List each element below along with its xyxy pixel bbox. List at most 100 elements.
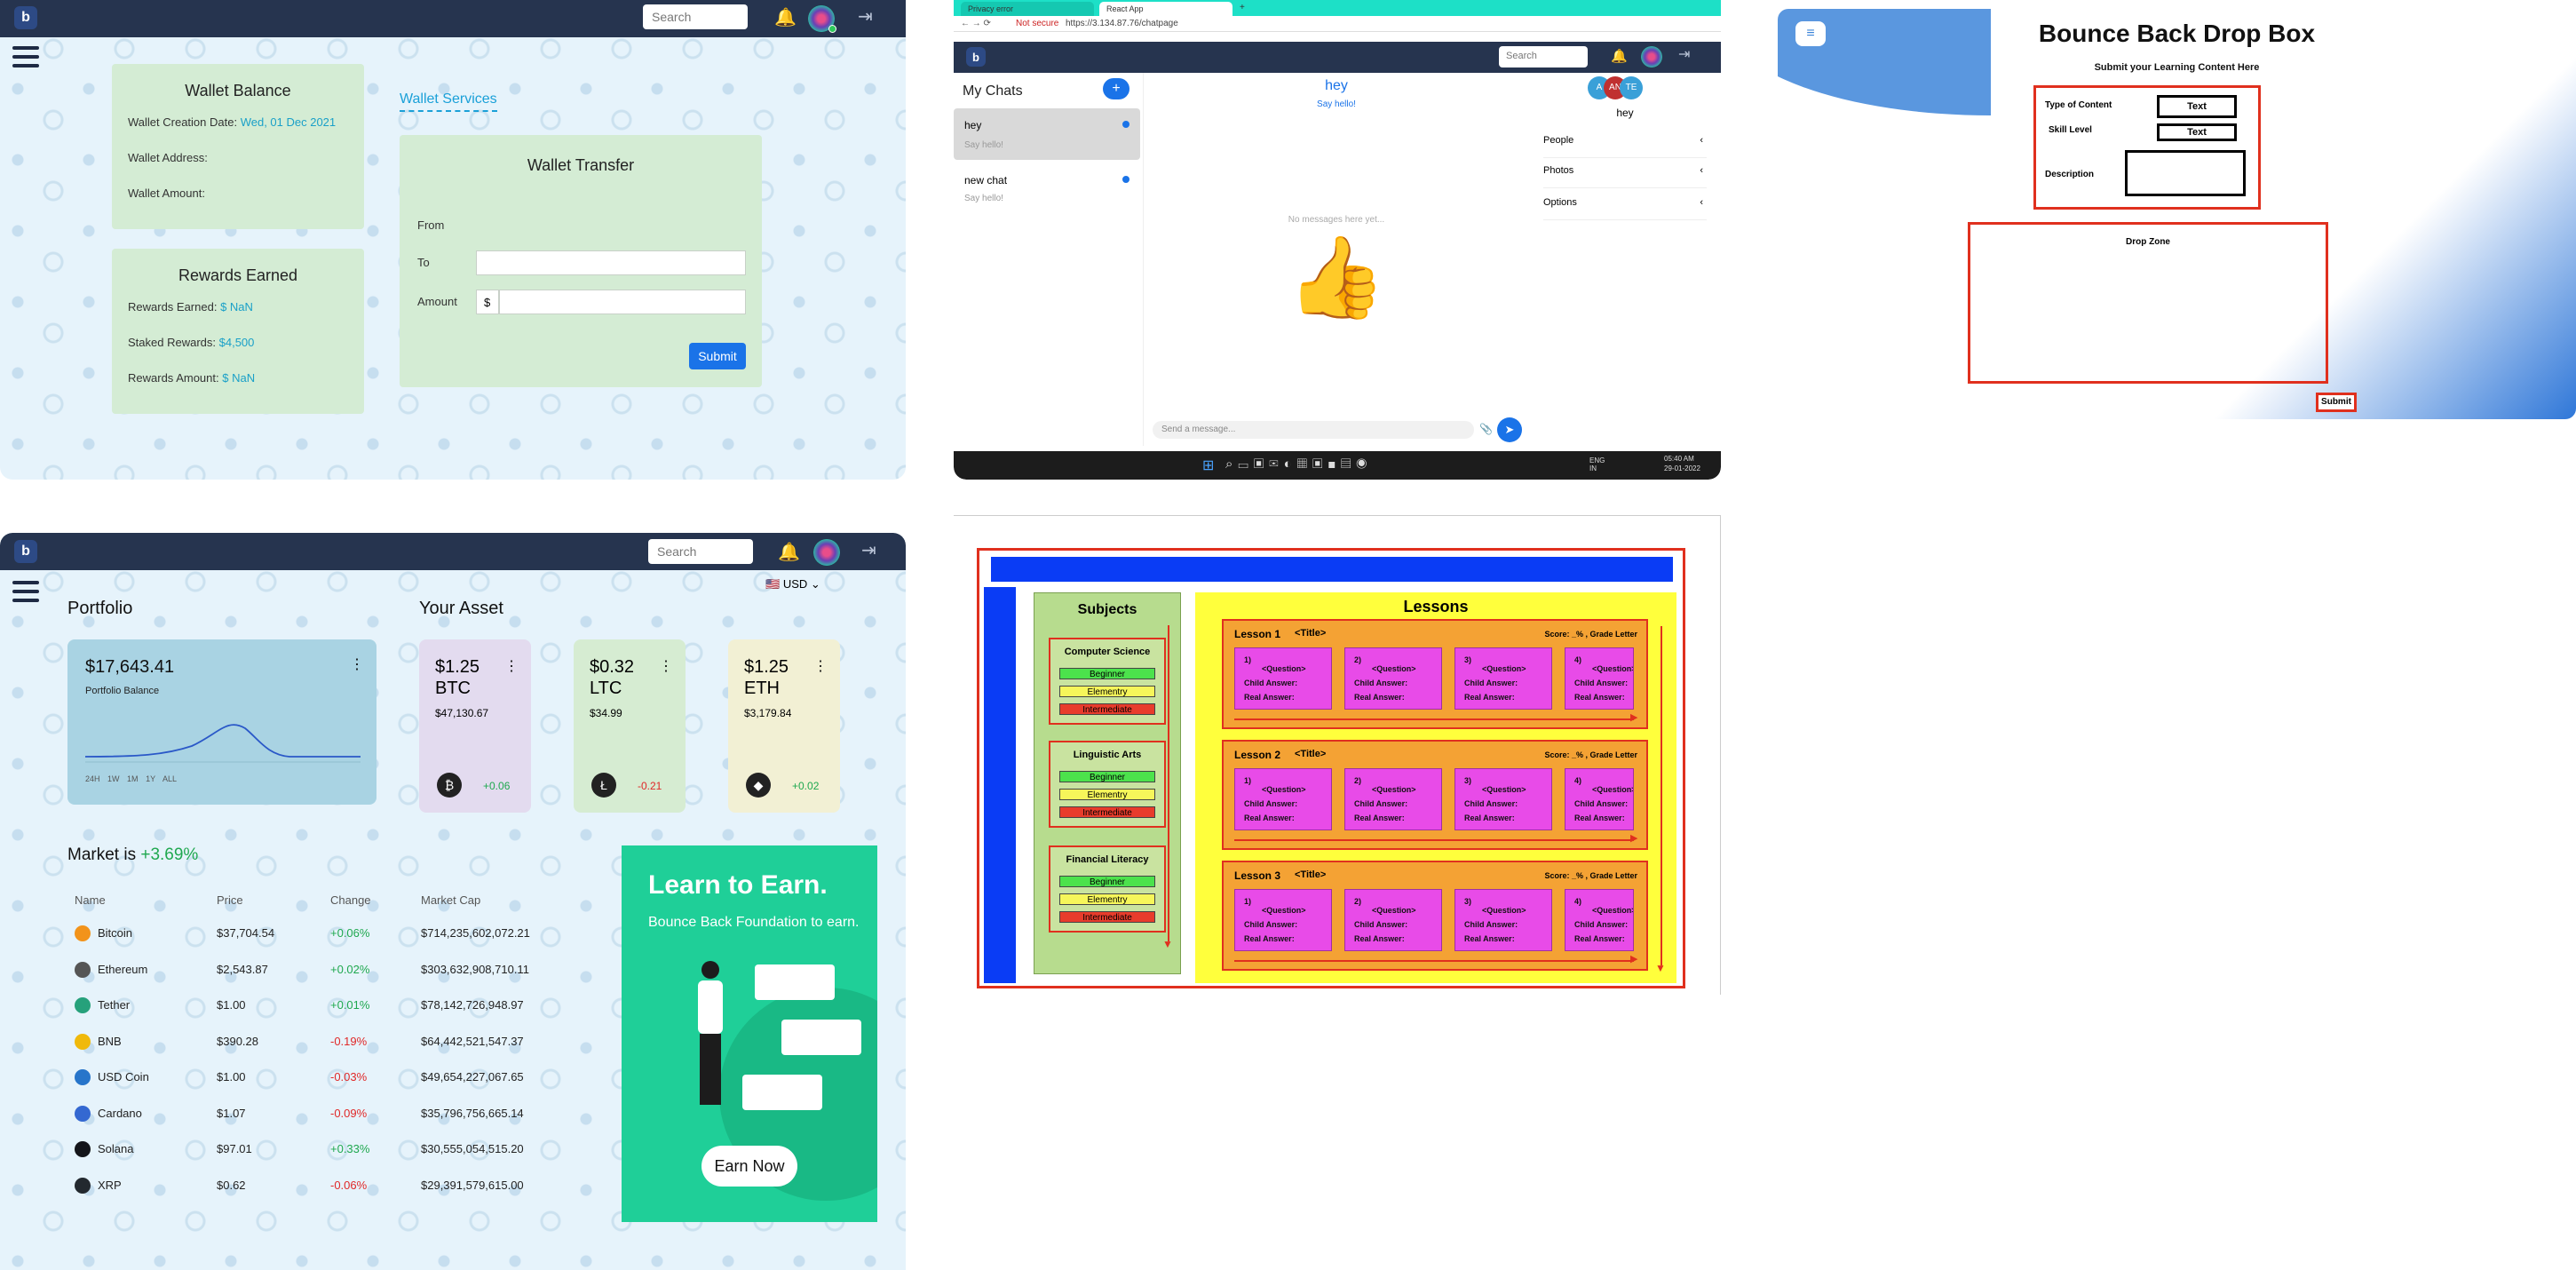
drop-zone[interactable]: Drop Zone [1968,222,2328,384]
start-icon[interactable]: ⊞ [1202,456,1214,474]
question-card[interactable]: 2) <Question> Child Answer: Real Answer: [1344,647,1442,710]
app-logo[interactable]: b [966,47,986,67]
table-row[interactable]: USD Coin $1.00 -0.03% $49,654,227,067.65 [75,1068,625,1087]
creation-value: Wed, 01 Dec 2021 [240,115,337,129]
send-button[interactable]: ➤ [1497,417,1522,442]
level-elementry[interactable]: Elementry [1059,789,1155,800]
question-card[interactable]: 4) <Question> Child Answer: Real Answer: [1565,647,1634,710]
question-card[interactable]: 1) <Question> Child Answer: Real Answer: [1234,889,1332,951]
question-number: 1) [1244,776,1252,785]
question-card[interactable]: 1) <Question> Child Answer: Real Answer: [1234,647,1332,710]
asset-card-eth[interactable]: $1.25 ETH $3,179.84 ⋮ ◆ +0.02 [728,639,840,813]
more-options-icon[interactable]: ⋮ [350,655,364,673]
taskbar-language: ENG IN [1589,456,1605,472]
more-options-icon[interactable]: ⋮ [813,657,828,675]
avatar[interactable] [1641,46,1662,67]
message-input[interactable]: Send a message... [1153,421,1474,439]
wallet-services-link[interactable]: Wallet Services [400,91,497,112]
section-options[interactable]: Options ‹ [1543,197,1707,220]
lesson-row[interactable]: Lesson 1 <Title> Score: _% , Grade Letter 1… [1222,619,1648,729]
coin-icon [75,925,91,941]
table-row[interactable]: Solana $97.01 +0.33% $30,555,054,515.20 [75,1139,625,1159]
level-elementry[interactable]: Elementry [1059,686,1155,697]
type-input[interactable]: Text [2157,95,2237,118]
search-input[interactable]: Search [648,539,753,564]
subject-financial-literacy[interactable]: Financial Literacy Beginner Elementry In… [1049,845,1166,933]
table-row[interactable]: Ethereum $2,543.87 +0.02% $303,632,908,710.… [75,960,625,980]
app-logo[interactable]: b [14,540,37,563]
question-card[interactable]: 1) <Question> Child Answer: Real Answer: [1234,768,1332,830]
range-all[interactable]: ALL [162,774,177,783]
chat-item-hey[interactable]: hey Say hello! [954,108,1140,160]
range-1w[interactable]: 1W [107,774,120,783]
question-card[interactable]: 4) <Question> Child Answer: Real Answer: [1565,889,1634,951]
subject-computer-science[interactable]: Computer Science Beginner Elementry Inte… [1049,638,1166,725]
chat-search-input[interactable]: Search [1499,46,1588,67]
description-input[interactable] [2125,150,2246,196]
question-card[interactable]: 3) <Question> Child Answer: Real Answer: [1454,768,1552,830]
table-row[interactable]: Bitcoin $37,704.54 +0.06% $714,235,602,072.… [75,924,625,943]
bell-icon[interactable]: 🔔 [774,9,797,27]
question-label: <Question> [1482,785,1526,794]
level-beginner[interactable]: Beginner [1059,668,1155,679]
asset-card-ltc[interactable]: $0.32 LTC $34.99 ⋮ Ł -0.21 [574,639,686,813]
attach-icon[interactable]: 📎 [1479,423,1493,435]
level-elementry[interactable]: Elementry [1059,893,1155,905]
tab-react-app[interactable]: React App [1099,2,1233,16]
question-card[interactable]: 3) <Question> Child Answer: Real Answer: [1454,889,1552,951]
more-options-icon[interactable]: ⋮ [504,657,519,675]
logout-icon[interactable]: ⇥ [861,542,876,560]
level-intermediate[interactable]: Intermediate [1059,911,1155,923]
taskbar-apps-icon[interactable]: ⌕▭▣✉◐▦▣◼▤◉ [1225,456,1372,472]
logout-icon[interactable]: ⇥ [1678,48,1690,62]
logout-icon[interactable]: ⇥ [858,8,873,26]
amount-label: Amount [417,295,457,308]
question-card[interactable]: 2) <Question> Child Answer: Real Answer: [1344,889,1442,951]
amount-input[interactable] [499,290,746,314]
table-row[interactable]: Tether $1.00 +0.01% $78,142,726,948.97 [75,996,625,1015]
question-card[interactable]: 3) <Question> Child Answer: Real Answer: [1454,647,1552,710]
more-options-icon[interactable]: ⋮ [659,657,673,675]
submit-button[interactable]: Submit [689,343,746,369]
submit-button[interactable]: Submit [2316,393,2357,412]
to-input[interactable] [476,250,746,275]
coin-market-cap: $30,555,054,515.20 [421,1142,524,1155]
bell-icon[interactable]: 🔔 [1611,50,1628,63]
table-row[interactable]: XRP $0.62 -0.06% $29,391,579,615.00 [75,1176,625,1195]
level-intermediate[interactable]: Intermediate [1059,806,1155,818]
table-row[interactable]: Cardano $1.07 -0.09% $35,796,756,665.14 [75,1104,625,1123]
tab-privacy-error[interactable]: Privacy error [961,2,1094,16]
subject-linguistic-arts[interactable]: Linguistic Arts Beginner Elementry Inter… [1049,741,1166,828]
hamburger-menu-icon[interactable] [12,46,39,67]
bell-icon[interactable]: 🔔 [778,544,800,561]
new-tab-icon[interactable]: + [1240,3,1245,12]
section-people[interactable]: People ‹ [1543,135,1707,158]
coin-price: $2,543.87 [217,962,268,976]
coin-market-cap: $78,142,726,948.97 [421,998,524,1012]
range-1m[interactable]: 1M [127,774,139,783]
coin-price: $1.00 [217,1070,246,1083]
currency-selector[interactable]: 🇺🇸 USD ⌄ [765,577,820,591]
asset-card-btc[interactable]: $1.25 BTC $47,130.67 ⋮ ₿ +0.06 [419,639,531,813]
earn-now-button[interactable]: Earn Now [701,1146,797,1187]
level-beginner[interactable]: Beginner [1059,876,1155,887]
lesson-row[interactable]: Lesson 3 <Title> Score: _% , Grade Letter 1… [1222,861,1648,971]
chat-item-new-chat[interactable]: new chat Say hello! [954,165,1140,210]
new-chat-button[interactable]: + [1103,78,1129,99]
question-card[interactable]: 4) <Question> Child Answer: Real Answer: [1565,768,1634,830]
lesson-row[interactable]: Lesson 2 <Title> Score: _% , Grade Letter 1… [1222,740,1648,850]
range-1y[interactable]: 1Y [146,774,155,783]
section-photos[interactable]: Photos ‹ [1543,165,1707,188]
range-24h[interactable]: 24H [85,774,100,783]
app-logo[interactable]: b [14,6,37,29]
nav-arrows-icon[interactable]: ← → ⟳ [961,19,991,28]
level-beginner[interactable]: Beginner [1059,771,1155,782]
level-intermediate[interactable]: Intermediate [1059,703,1155,715]
search-input[interactable]: Search [643,4,748,29]
table-row[interactable]: BNB $390.28 -0.19% $64,442,521,547.37 [75,1032,625,1052]
url-field[interactable]: https://3.134.87.76/chatpage [1066,19,1178,28]
question-card[interactable]: 2) <Question> Child Answer: Real Answer: [1344,768,1442,830]
hamburger-menu-icon[interactable] [12,581,39,602]
avatar[interactable] [813,539,840,566]
skill-input[interactable]: Text [2157,123,2237,141]
